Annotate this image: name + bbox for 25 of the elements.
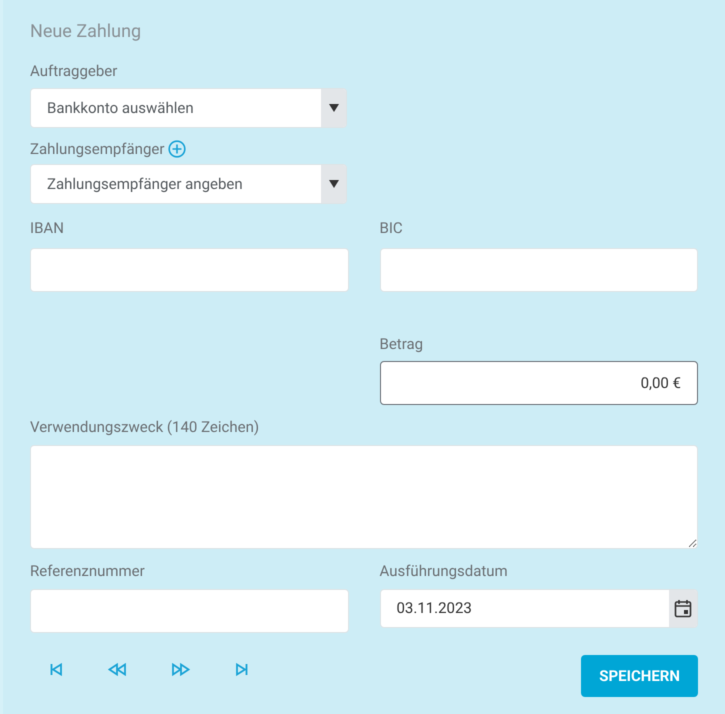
field-label: IBAN	[30, 218, 64, 238]
last-page-icon[interactable]	[236, 663, 248, 676]
field-label: Betrag	[380, 334, 424, 354]
field-label: Zahlungsempfänger	[30, 139, 164, 159]
first-page-icon[interactable]	[50, 663, 62, 676]
field-label: Referenznummer	[30, 561, 145, 581]
field-label: Verwendungszweck (140 Zeichen)	[30, 417, 260, 437]
add-icon[interactable]	[168, 140, 186, 158]
purpose-textarea[interactable]	[30, 445, 698, 549]
iban-field[interactable]	[30, 248, 348, 292]
field-label: BIC	[380, 218, 403, 238]
rewind-icon[interactable]	[108, 663, 126, 676]
bank-account-select[interactable]: Bankkonto auswählen	[30, 88, 347, 128]
bic-field[interactable]	[380, 248, 698, 292]
amount-field[interactable]: 0,00 €	[380, 361, 698, 405]
payee-select[interactable]: Zahlungsempfänger angeben	[30, 164, 347, 204]
fast-forward-icon[interactable]	[172, 663, 190, 676]
calendar-icon[interactable]	[674, 599, 692, 618]
field-label: Auftraggeber	[30, 61, 118, 81]
field-label: Ausführungsdatum	[380, 561, 508, 581]
reference-field[interactable]	[30, 589, 348, 633]
dropdown-caret-icon	[328, 104, 338, 112]
form-title: Neue Zahlung	[30, 20, 142, 44]
date-field[interactable]: 03.11.2023	[380, 589, 698, 628]
dropdown-caret-icon	[328, 180, 338, 188]
